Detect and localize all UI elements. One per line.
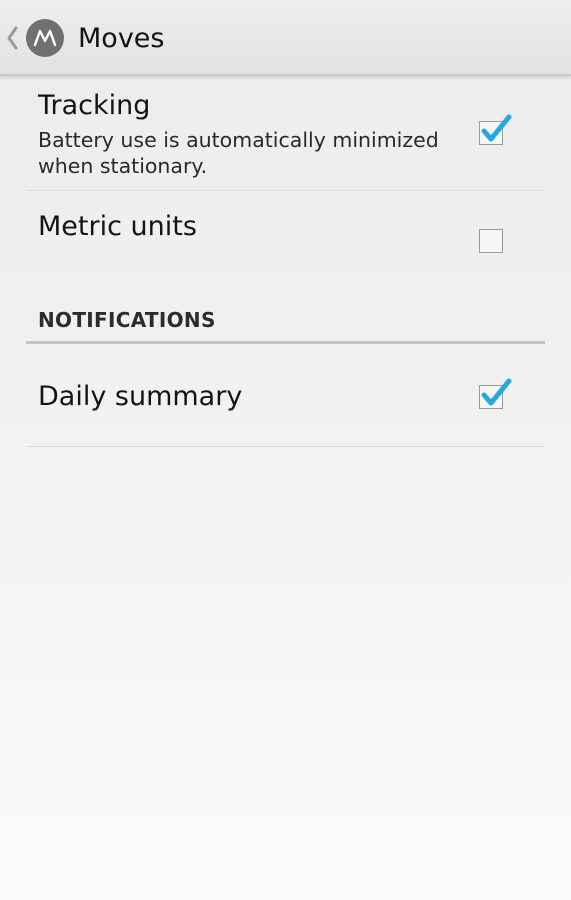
section-divider [26, 341, 545, 344]
pref-tracking-summary: Battery use is automatically minimized w… [38, 128, 439, 178]
pref-daily-summary-title: Daily summary [38, 381, 243, 412]
tracking-checkbox[interactable] [479, 114, 512, 145]
metric-units-checkbox[interactable] [479, 229, 503, 253]
app-title: Moves [78, 23, 165, 54]
pref-daily-summary[interactable]: Daily summary [26, 345, 545, 446]
moves-logo-icon [26, 19, 64, 57]
up-navigation-button[interactable] [0, 12, 72, 64]
action-bar: Moves [0, 0, 571, 76]
chevron-left-icon [7, 26, 18, 50]
divider [26, 446, 545, 447]
daily-summary-checkbox[interactable] [479, 378, 512, 409]
pref-tracking-title: Tracking [38, 90, 151, 121]
pref-metric-units-title: Metric units [38, 211, 197, 242]
section-header-notifications: NOTIFICATIONS [38, 308, 216, 332]
pref-tracking[interactable]: Tracking Battery use is automatically mi… [26, 82, 545, 190]
checkmark-icon [481, 378, 512, 406]
pref-metric-units[interactable]: Metric units [26, 191, 545, 287]
checkmark-icon [481, 114, 512, 142]
